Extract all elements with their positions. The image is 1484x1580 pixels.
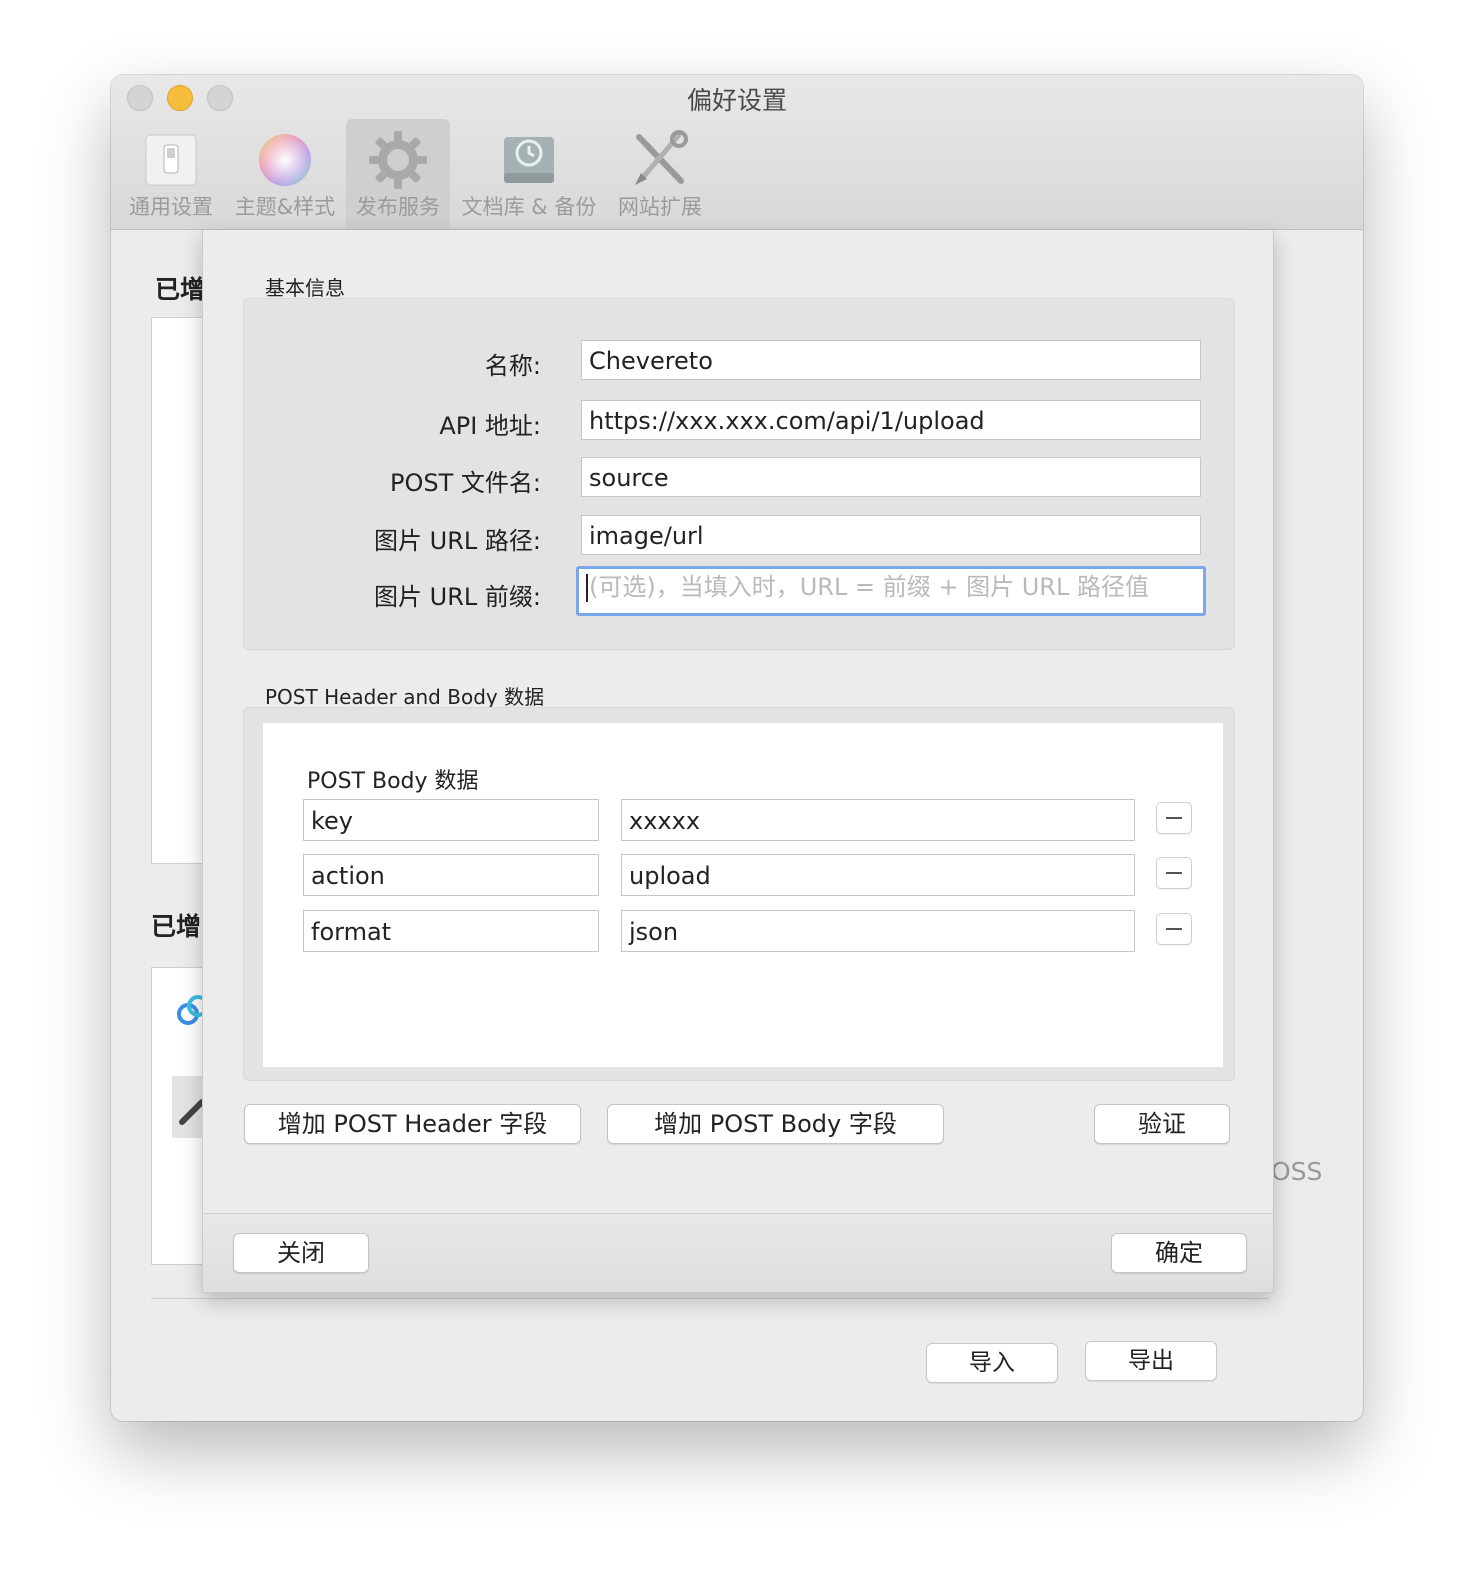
basic-info-title: 基本信息 <box>265 276 345 300</box>
color-wheel-icon <box>254 129 316 191</box>
body-value-field[interactable]: xxxxx <box>621 799 1135 841</box>
body-key-field[interactable]: action <box>303 854 599 896</box>
api-url-field[interactable]: https://xxx.xxx.com/api/1/upload <box>581 400 1201 440</box>
switch-icon <box>140 129 202 191</box>
oss-label: OSS <box>1271 1157 1323 1186</box>
remove-row-button[interactable] <box>1156 857 1192 889</box>
post-filename-label: POST 文件名: <box>390 469 541 497</box>
body-key-field[interactable]: key <box>303 799 599 841</box>
remove-row-button[interactable] <box>1156 913 1192 945</box>
tab-theme[interactable]: 主题&样式 <box>229 119 341 229</box>
tab-label: 文档库 & 备份 <box>461 195 597 219</box>
name-field[interactable]: Chevereto <box>581 340 1201 380</box>
gear-icon <box>367 129 429 191</box>
api-url-label: API 地址: <box>439 412 541 440</box>
tab-label: 发布服务 <box>356 195 440 219</box>
time-machine-drive-icon <box>498 129 560 191</box>
added-services-label: 已增 <box>155 275 206 304</box>
ok-button[interactable]: 确定 <box>1111 1233 1247 1273</box>
body-value-field[interactable]: upload <box>621 854 1135 896</box>
prefix-placeholder: (可选)，当填入时，URL = 前缀 + 图片 URL 路径值 <box>589 573 1149 601</box>
import-button[interactable]: 导入 <box>926 1343 1058 1383</box>
post-body-title: POST Body 数据 <box>307 769 479 794</box>
title-bar: 偏好设置 通用设置 主题&样式 发布服务 文档库 & 备份 网站扩展 <box>111 75 1363 230</box>
export-button[interactable]: 导出 <box>1085 1341 1217 1381</box>
tab-label: 网站扩展 <box>618 195 702 219</box>
minus-icon <box>1166 928 1182 930</box>
tab-site-extensions[interactable]: 网站扩展 <box>611 119 709 229</box>
window-title: 偏好设置 <box>686 86 787 115</box>
close-button[interactable]: 关闭 <box>233 1233 369 1273</box>
post-data-title: POST Header and Body 数据 <box>265 685 545 709</box>
tab-label: 主题&样式 <box>234 195 336 219</box>
minus-icon <box>1166 817 1182 819</box>
tab-label: 通用设置 <box>129 195 213 219</box>
added-services-label-2: 已增 <box>151 912 202 941</box>
verify-button[interactable]: 验证 <box>1094 1104 1230 1144</box>
image-url-path-field[interactable]: image/url <box>581 515 1201 555</box>
image-url-prefix-label: 图片 URL 前缀: <box>374 583 541 611</box>
body-key-field[interactable]: format <box>303 910 599 952</box>
text-caret <box>586 574 588 602</box>
add-post-body-button[interactable]: 增加 POST Body 字段 <box>607 1104 944 1144</box>
tab-library-backup[interactable]: 文档库 & 备份 <box>457 119 601 229</box>
image-url-path-label: 图片 URL 路径: <box>374 527 541 555</box>
minus-icon <box>1166 872 1182 874</box>
body-value-field[interactable]: json <box>621 910 1135 952</box>
image-url-prefix-field[interactable]: (可选)，当填入时，URL = 前缀 + 图片 URL 路径值 <box>576 566 1206 616</box>
tab-publish[interactable]: 发布服务 <box>346 119 450 229</box>
tools-icon <box>629 129 691 191</box>
remove-row-button[interactable] <box>1156 802 1192 834</box>
divider <box>151 1298 1269 1299</box>
add-post-header-button[interactable]: 增加 POST Header 字段 <box>244 1104 581 1144</box>
tab-general[interactable]: 通用设置 <box>123 119 219 229</box>
publish-service-sheet: 基本信息 名称: Chevereto API 地址: https://xxx.x… <box>202 230 1274 1293</box>
sheet-footer: 关闭 确定 <box>203 1213 1273 1292</box>
post-filename-field[interactable]: source <box>581 457 1201 497</box>
name-label: 名称: <box>484 352 541 380</box>
